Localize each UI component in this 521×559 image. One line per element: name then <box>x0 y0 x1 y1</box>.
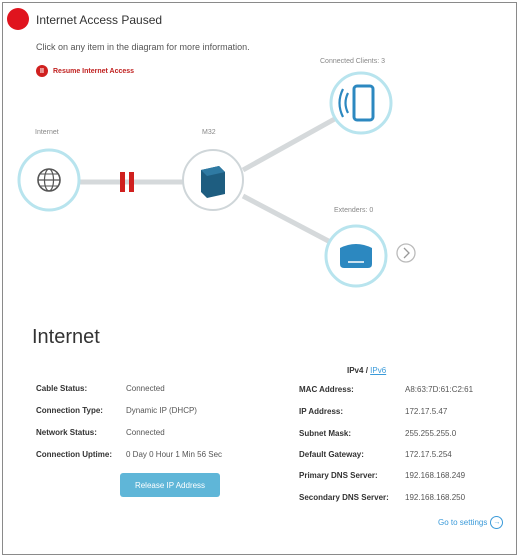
field-label: Connection Type: <box>36 406 103 415</box>
field-value: 172.17.5.47 <box>405 407 448 416</box>
connected-clients-node[interactable] <box>329 71 393 135</box>
field-value: 172.17.5.254 <box>405 450 452 459</box>
field-value: 192.168.168.249 <box>405 471 466 480</box>
release-ip-button[interactable]: Release IP Address <box>120 473 220 497</box>
next-arrow-icon[interactable] <box>396 243 416 263</box>
field-label: Subnet Mask: <box>299 429 352 438</box>
field-label: MAC Address: <box>299 385 354 394</box>
field-label: Network Status: <box>36 428 97 437</box>
section-title: Internet <box>32 326 100 348</box>
go-to-settings-link[interactable]: Go to settings → <box>438 516 504 529</box>
field-value: 192.168.168.250 <box>405 493 466 502</box>
ipv6-tab[interactable]: IPv6 <box>370 366 386 375</box>
ip-toggle-separator: / <box>365 366 368 375</box>
network-diagram <box>17 71 416 288</box>
extenders-node[interactable] <box>324 224 388 288</box>
router-node-label: M32 <box>202 129 216 136</box>
phone-icon <box>352 84 375 122</box>
field-label: Connection Uptime: <box>36 450 112 459</box>
field-value: Connected <box>126 428 165 437</box>
field-label: IP Address: <box>299 407 344 416</box>
field-label: Primary DNS Server: <box>299 471 378 480</box>
field-label: Secondary DNS Server: <box>299 493 389 502</box>
field-value: Dynamic IP (DHCP) <box>126 406 197 415</box>
field-value: Connected <box>126 384 165 393</box>
field-value: 0 Day 0 Hour 1 Min 56 Sec <box>126 450 223 459</box>
extender-icon <box>340 244 372 268</box>
field-value: 255.255.255.0 <box>405 429 457 438</box>
ip-version-toggle[interactable]: IPv4 / IPv6 <box>347 366 386 375</box>
router-node[interactable] <box>182 149 244 211</box>
internet-node[interactable] <box>17 148 81 212</box>
router-clients-link <box>241 113 342 173</box>
field-value: A8:63:7D:61:C2:61 <box>405 385 474 394</box>
clients-node-label: Connected Clients: 3 <box>320 58 385 65</box>
router-extenders-link <box>241 193 338 248</box>
field-label: Cable Status: <box>36 384 88 393</box>
extenders-node-label: Extenders: 0 <box>334 207 374 214</box>
internet-node-label: Internet <box>35 129 59 136</box>
field-label: Default Gateway: <box>299 450 364 459</box>
ipv4-tab[interactable]: IPv4 <box>347 366 363 375</box>
arrow-right-icon: → <box>490 516 504 529</box>
go-to-settings-label: Go to settings <box>438 518 488 527</box>
